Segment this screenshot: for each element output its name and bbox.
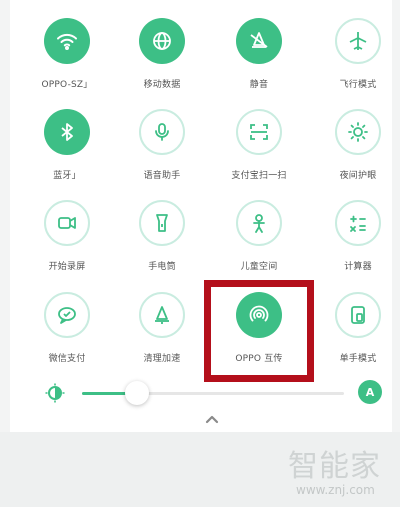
child-icon <box>236 200 282 246</box>
tile-label-silent: 静音 <box>249 80 269 90</box>
clean-bell-icon <box>139 292 185 338</box>
brightness-thumb[interactable] <box>125 381 149 405</box>
tile-label-one-hand: 单手模式 <box>339 354 377 364</box>
chevron-up-icon[interactable] <box>204 413 220 425</box>
highlight-box <box>204 280 314 382</box>
screen-record-icon <box>44 200 90 246</box>
wechat-pay-icon <box>44 292 90 338</box>
auto-brightness-button[interactable]: A <box>358 380 382 404</box>
tile-silent[interactable]: 静音 <box>213 18 305 90</box>
tile-voice-assistant[interactable]: 语音助手 <box>116 109 208 181</box>
tile-screen-record[interactable]: 开始录屏 <box>21 200 113 272</box>
tile-label-wechat-pay: 微信支付 <box>48 354 86 364</box>
airplane-icon <box>335 18 381 64</box>
tile-mobile-data[interactable]: 移动数据 <box>116 18 208 90</box>
tile-label-voice-assistant: 语音助手 <box>143 171 181 181</box>
panel-left-edge <box>0 0 10 432</box>
tile-wifi[interactable]: OPPO-SZ」 <box>21 18 113 90</box>
tile-label-screen-record: 开始录屏 <box>48 262 86 272</box>
bluetooth-icon <box>44 109 90 155</box>
tile-airplane[interactable]: 飞行模式 <box>312 18 400 90</box>
tile-label-eye-care: 夜间护眼 <box>339 171 377 181</box>
microphone-icon <box>139 109 185 155</box>
tile-label-flashlight: 手电筒 <box>148 262 176 272</box>
watermark-logo: 智能家 <box>288 449 381 484</box>
globe-icon <box>139 18 185 64</box>
tile-calculator[interactable]: 计算器 <box>312 200 400 272</box>
tile-clean-boost[interactable]: 清理加速 <box>116 292 208 364</box>
tile-label-airplane: 飞行模式 <box>339 80 377 90</box>
tile-wechat-pay[interactable]: 微信支付 <box>21 292 113 364</box>
scan-icon <box>236 109 282 155</box>
tile-flashlight[interactable]: 手电筒 <box>116 200 208 272</box>
tile-eye-care[interactable]: 夜间护眼 <box>312 109 400 181</box>
eye-care-icon <box>335 109 381 155</box>
tile-label-alipay-scan: 支付宝扫一扫 <box>231 171 287 181</box>
tile-bluetooth[interactable]: 蓝牙」 <box>21 109 113 181</box>
one-hand-icon <box>335 292 381 338</box>
bell-icon <box>236 18 282 64</box>
tile-child-space[interactable]: 儿童空间 <box>213 200 305 272</box>
calculator-icon <box>335 200 381 246</box>
tile-alipay-scan[interactable]: 支付宝扫一扫 <box>213 109 305 181</box>
brightness-sun-icon <box>45 383 65 403</box>
tile-one-hand[interactable]: 单手模式 <box>312 292 400 364</box>
tile-label-wifi: OPPO-SZ」 <box>41 80 93 90</box>
wifi-icon <box>44 18 90 64</box>
tile-label-clean-boost: 清理加速 <box>143 354 181 364</box>
quick-settings-panel: OPPO-SZ」 移动数据 静音 飞行模式 蓝牙」 语音助手 支付宝扫一扫 夜间… <box>0 0 400 432</box>
brightness-bar: A <box>0 375 400 411</box>
tile-label-mobile-data: 移动数据 <box>143 80 181 90</box>
flashlight-icon <box>139 200 185 246</box>
tile-label-child-space: 儿童空间 <box>240 262 278 272</box>
tile-label-bluetooth: 蓝牙」 <box>53 171 81 181</box>
tile-label-calculator: 计算器 <box>344 262 372 272</box>
watermark-url: www.znj.com <box>296 483 375 497</box>
